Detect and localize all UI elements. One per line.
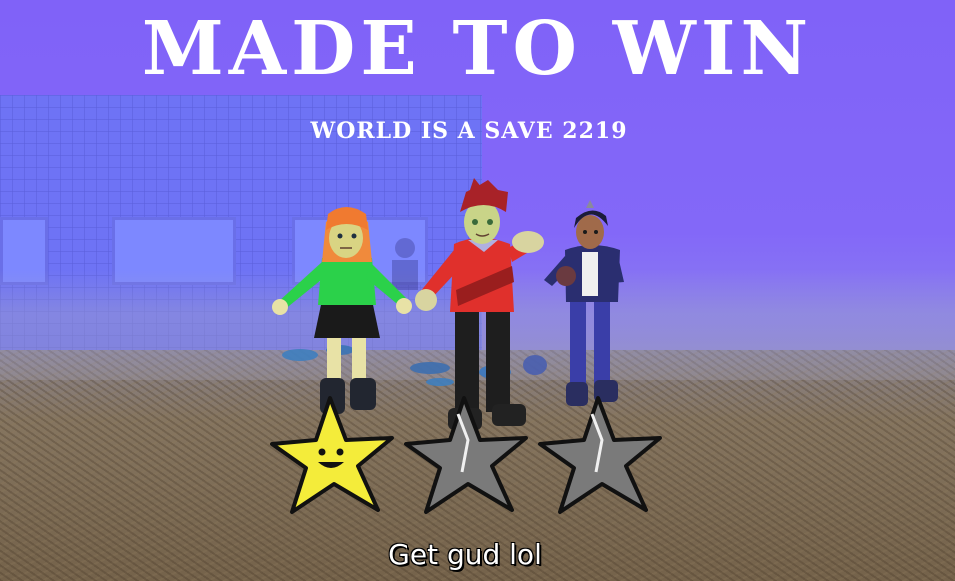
star-empty xyxy=(538,396,662,514)
star-earned xyxy=(270,396,394,514)
character-girl xyxy=(272,207,412,414)
star-rating xyxy=(270,396,662,514)
results-screen: MADE TO WIN WORLD IS A SAVE 2219 Get gud… xyxy=(0,0,955,581)
result-caption: Get gud lol xyxy=(388,538,542,571)
star-empty xyxy=(404,396,528,514)
character-dark xyxy=(544,200,624,406)
background-figure xyxy=(392,238,418,290)
